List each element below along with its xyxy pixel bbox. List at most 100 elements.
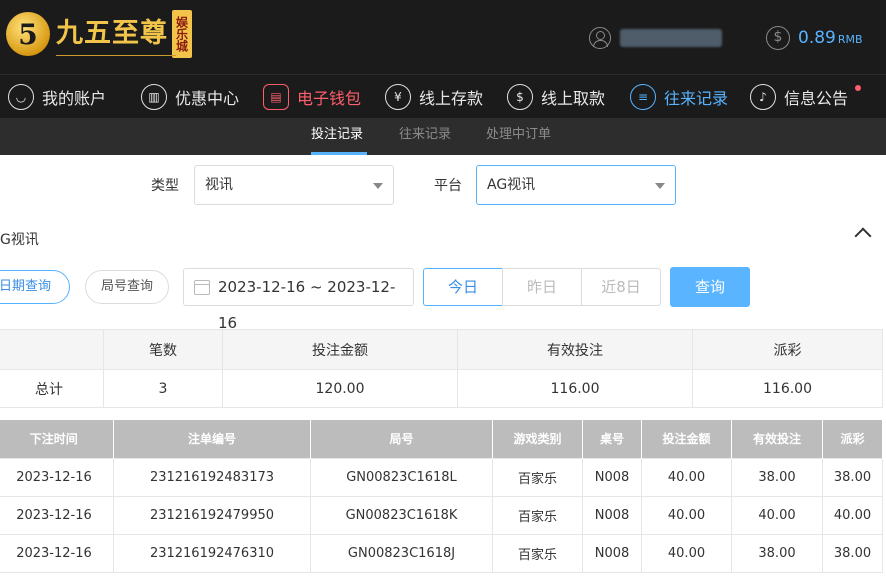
column-header: 派彩	[822, 420, 883, 458]
nav-label: 优惠中心	[175, 89, 240, 108]
last-8-days-button[interactable]: 近8日	[581, 268, 661, 306]
balance-currency: RMB	[837, 33, 863, 46]
table-row: 2023-12-16 231216192483173 GN00823C1618L…	[0, 457, 883, 497]
collapse-chevron-up-icon[interactable]	[854, 227, 872, 245]
table-cell: 38.00	[731, 457, 823, 497]
user-icon	[589, 27, 611, 49]
table-cell: 百家乐	[492, 495, 583, 535]
brand-name: 九五至尊	[56, 18, 168, 49]
table-row: 2023-12-16 231216192479950 GN00823C1618K…	[0, 495, 883, 535]
summary-header: 投注金额	[222, 329, 458, 370]
column-header: 游戏类别	[492, 420, 583, 458]
nav-label: 往来记录	[664, 89, 729, 108]
nav-label: 我的账户	[42, 89, 107, 108]
summary-header: 笔数	[103, 329, 223, 370]
chevron-down-icon	[655, 183, 665, 189]
table-cell: 38.00	[822, 533, 883, 573]
platform-label: 平台	[434, 178, 462, 194]
today-button[interactable]: 今日	[423, 268, 503, 306]
table-cell: 百家乐	[492, 533, 583, 573]
table-cell: 231216192483173	[113, 457, 311, 497]
tab-pending-orders[interactable]: 处理中订单	[486, 118, 551, 155]
summary-cell: 116.00	[692, 369, 883, 408]
column-header: 桌号	[582, 420, 642, 458]
logo-ornament	[56, 46, 176, 56]
column-header: 注单编号	[113, 420, 311, 458]
table-cell: 40.00	[641, 533, 732, 573]
notification-dot	[855, 85, 861, 91]
table-cell: 40.00	[731, 495, 823, 535]
table-cell: 231216192476310	[113, 533, 311, 573]
table-cell: 2023-12-16	[0, 533, 114, 573]
column-header: 局号	[310, 420, 493, 458]
balance-value: 0.89	[798, 28, 836, 48]
section-title: G视讯	[0, 232, 39, 248]
summary-table: 笔数 投注金额 有效投注 派彩 总计 3 120.00 116.00 116.0…	[0, 329, 883, 408]
nav-promotions[interactable]: ▥ 优惠中心	[141, 75, 239, 119]
summary-header: 有效投注	[457, 329, 693, 370]
nav-label: 电子钱包	[297, 89, 362, 108]
records-table: 下注时间 注单编号 局号 游戏类别 桌号 投注金额 有效投注 派彩 2023-1…	[0, 420, 883, 573]
summary-header	[0, 329, 104, 370]
table-cell: GN00823C1618J	[310, 533, 493, 573]
summary-header: 派彩	[692, 329, 883, 370]
username-redacted	[620, 29, 722, 47]
top-header: 5 九五至尊 娱乐城 $ 0.89 RMB	[0, 0, 886, 74]
bell-icon: ♪	[750, 84, 776, 110]
table-cell: 38.00	[822, 457, 883, 497]
type-select[interactable]: 视讯	[194, 165, 394, 205]
table-cell: 38.00	[731, 533, 823, 573]
summary-cell: 3	[103, 369, 223, 408]
table-cell: 40.00	[641, 495, 732, 535]
table-cell: 2023-12-16	[0, 495, 114, 535]
platform-value: AG视讯	[487, 177, 536, 193]
nav-deposit[interactable]: ¥ 线上存款	[385, 75, 483, 119]
table-cell: N008	[582, 457, 642, 497]
query-button[interactable]: 查询	[670, 267, 750, 307]
date-query-button[interactable]: 日期查询	[0, 270, 70, 304]
chevron-down-icon	[373, 183, 383, 189]
column-header: 投注金额	[641, 420, 732, 458]
nav-records[interactable]: ≡ 往来记录	[630, 75, 728, 119]
date-range-value: 2023-12-16 ~ 2023-12-16	[218, 278, 396, 332]
user-icon: ◡	[8, 84, 34, 110]
yesterday-button[interactable]: 昨日	[502, 268, 582, 306]
summary-cell: 120.00	[222, 369, 458, 408]
summary-cell: 116.00	[457, 369, 693, 408]
logo-mark: 5	[6, 12, 50, 56]
summary-total-row: 总计 3 120.00 116.00 116.00	[0, 369, 883, 408]
table-cell: 231216192479950	[113, 495, 311, 535]
records-header-row: 下注时间 注单编号 局号 游戏类别 桌号 投注金额 有效投注 派彩	[0, 420, 883, 458]
nav-my-account[interactable]: ◡ 我的账户	[8, 75, 106, 119]
table-cell: N008	[582, 533, 642, 573]
calendar-icon	[194, 280, 210, 295]
main-nav: ◡ 我的账户 ▥ 优惠中心 ▤ 电子钱包 ¥ 线上存款 $ 线上取款 ≡ 往来记录 ♪ 信息公…	[0, 74, 886, 118]
nav-withdraw[interactable]: $ 线上取款	[507, 75, 605, 119]
table-cell: GN00823C1618K	[310, 495, 493, 535]
table-cell: N008	[582, 495, 642, 535]
gift-icon: ▥	[141, 84, 167, 110]
platform-select[interactable]: AG视讯	[476, 165, 676, 205]
wallet-icon: ▤	[263, 84, 289, 110]
tab-transactions[interactable]: 往来记录	[399, 118, 451, 155]
type-label: 类型	[151, 178, 179, 194]
type-value: 视讯	[205, 177, 233, 193]
date-range-picker[interactable]: 2023-12-16 ~ 2023-12-16	[183, 268, 414, 332]
table-cell: 40.00	[822, 495, 883, 535]
table-cell: 百家乐	[492, 457, 583, 497]
table-cell: GN00823C1618L	[310, 457, 493, 497]
tab-bet-records[interactable]: 投注记录	[311, 118, 367, 155]
deposit-icon: ¥	[385, 84, 411, 110]
round-query-button[interactable]: 局号查询	[85, 270, 169, 304]
summary-header-row: 笔数 投注金额 有效投注 派彩	[0, 329, 883, 370]
column-header: 有效投注	[731, 420, 823, 458]
table-row: 2023-12-16 231216192476310 GN00823C1618J…	[0, 533, 883, 573]
nav-announcements[interactable]: ♪ 信息公告	[750, 75, 848, 119]
column-header: 下注时间	[0, 420, 114, 458]
dollar-icon: $	[766, 26, 790, 50]
withdraw-icon: $	[507, 84, 533, 110]
records-icon: ≡	[630, 84, 656, 110]
nav-label: 信息公告	[784, 89, 849, 108]
table-cell: 40.00	[641, 457, 732, 497]
nav-wallet[interactable]: ▤ 电子钱包	[263, 75, 361, 119]
